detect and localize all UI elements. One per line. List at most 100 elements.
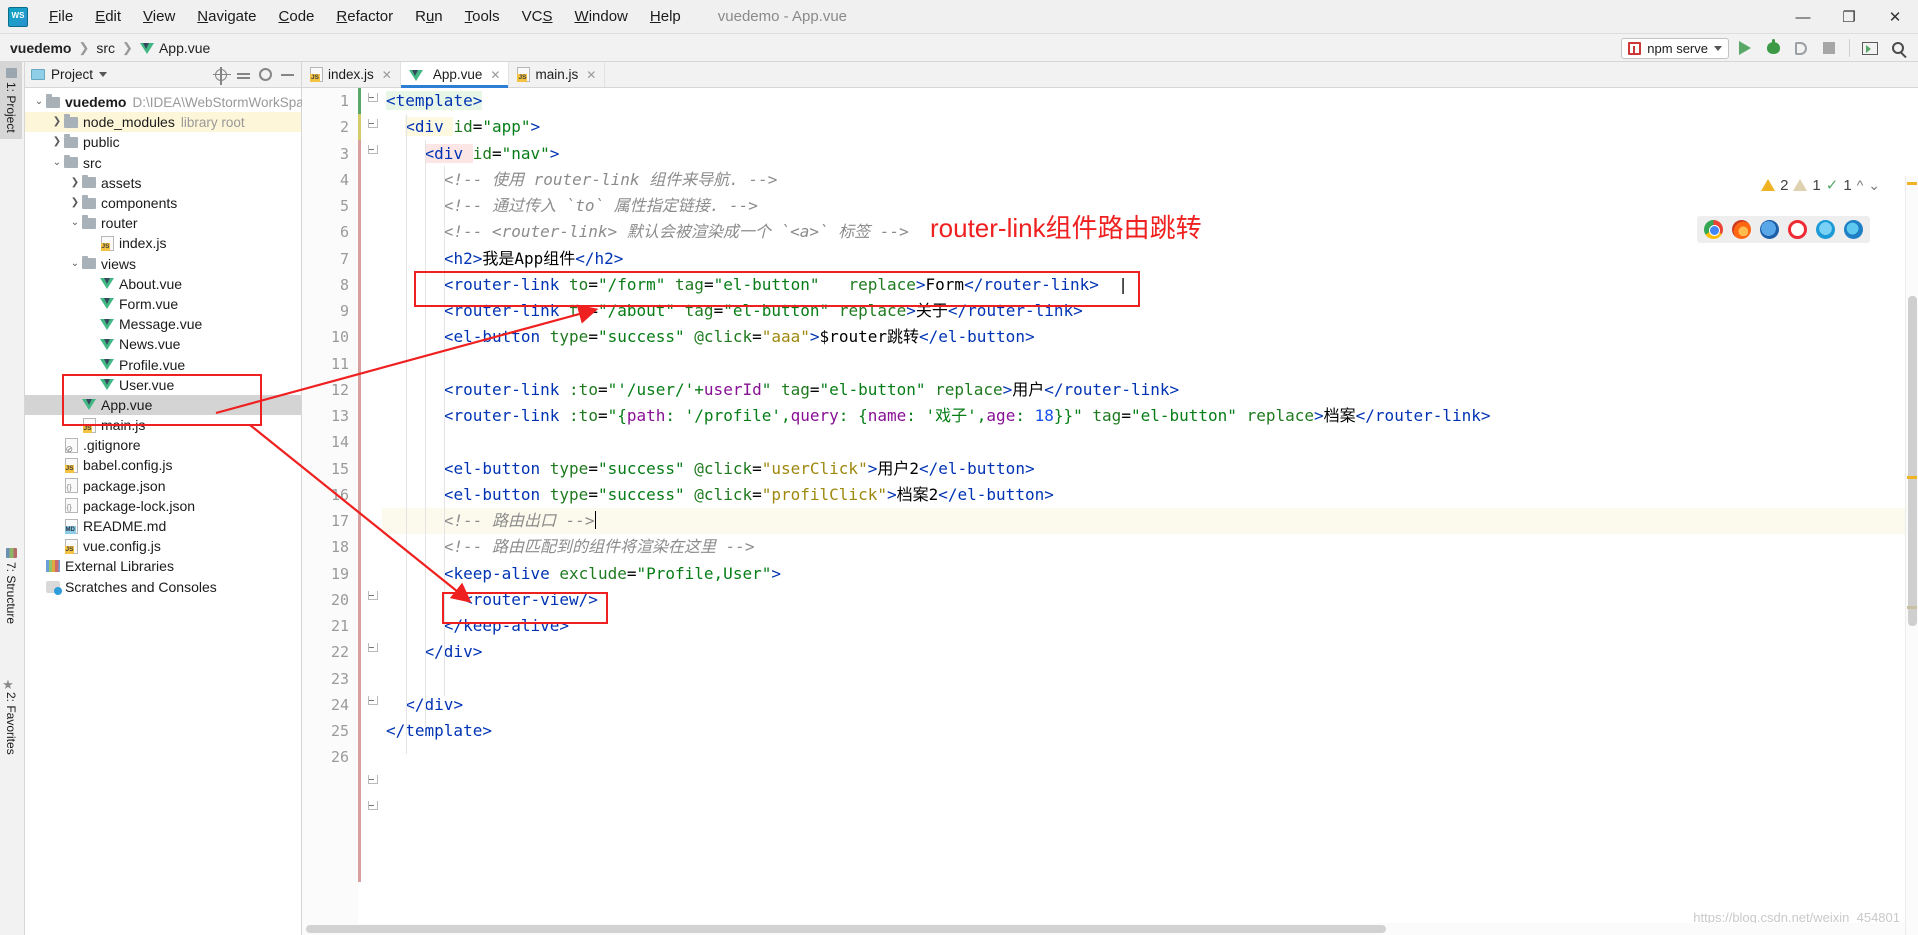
search-everywhere-button[interactable] [1886, 36, 1910, 60]
code-line[interactable]: <div id="nav"> [382, 141, 1918, 167]
line-number[interactable]: 13 [302, 403, 358, 429]
fold-toggle-icon[interactable] [367, 145, 378, 156]
line-number[interactable]: 15 [302, 456, 358, 482]
edge-dev-browser-icon[interactable] [1760, 220, 1779, 239]
chevron-right-icon[interactable]: ❯ [51, 112, 63, 132]
chevron-right-icon[interactable]: ❯ [51, 132, 63, 152]
code-line[interactable]: </template> [382, 718, 1918, 744]
line-number[interactable]: 1 [302, 88, 358, 114]
inspection-widget[interactable]: 2 1 ✓ 1 ^ ⌄ [1761, 176, 1880, 194]
fold-toggle-icon[interactable] [367, 775, 378, 786]
line-number[interactable]: 12 [302, 377, 358, 403]
line-number[interactable]: 23 [302, 666, 358, 692]
line-number[interactable]: 16 [302, 482, 358, 508]
project-tree[interactable]: ⌄ vuedemo D:\IDEA\WebStormWorkSpa ❯ node_mod… [25, 88, 304, 597]
code-line[interactable] [382, 351, 1918, 377]
line-number[interactable]: 18 [302, 534, 358, 560]
horizontal-scrollbar[interactable] [302, 923, 1905, 935]
line-number[interactable]: 10 [302, 324, 358, 350]
code-line[interactable]: <el-button type="success" @click="profil… [382, 482, 1918, 508]
menu-item-refactor[interactable]: Refactor [325, 4, 404, 29]
chrome-browser-icon[interactable] [1704, 220, 1723, 239]
terminal-button[interactable] [1858, 36, 1882, 60]
tree-item-user-vue[interactable]: User.vue [25, 375, 301, 395]
tree-item-views[interactable]: ⌄ views [25, 254, 301, 274]
fold-toggle-icon[interactable] [367, 801, 378, 812]
error-stripe-marker[interactable] [1907, 476, 1917, 479]
error-stripe-marker[interactable] [1907, 182, 1917, 185]
menu-item-file[interactable]: File [38, 4, 84, 29]
tree-item-external-libraries[interactable]: External Libraries [25, 556, 301, 576]
stop-button[interactable] [1817, 36, 1841, 60]
line-number[interactable]: 4 [302, 167, 358, 193]
code-line[interactable]: <!-- 使用 router-link 组件来导航. --> [382, 167, 1918, 193]
close-icon[interactable]: ✕ [490, 68, 500, 82]
code-line[interactable] [382, 744, 1918, 770]
breadcrumb-src[interactable]: src [96, 40, 115, 56]
menu-item-run[interactable]: Run [404, 4, 454, 29]
menu-item-edit[interactable]: Edit [84, 4, 132, 29]
line-number[interactable]: 7 [302, 246, 358, 272]
code-line[interactable]: <h2>我是App组件</h2> [382, 246, 1918, 272]
chevron-down-icon[interactable]: ⌄ [69, 213, 81, 233]
close-button[interactable]: ✕ [1872, 0, 1918, 34]
line-number[interactable]: 21 [302, 613, 358, 639]
fold-toggle-icon[interactable] [367, 93, 378, 104]
tab-index-js[interactable]: index.js ✕ [302, 62, 401, 87]
code-line[interactable]: <!-- 路由出口 --> [382, 508, 1918, 535]
line-number[interactable]: 26 [302, 744, 358, 770]
tree-item-public[interactable]: ❯ public [25, 132, 301, 152]
horizontal-scrollbar-thumb[interactable] [306, 925, 1386, 933]
close-icon[interactable]: ✕ [382, 68, 392, 82]
menu-item-vcs[interactable]: VCS [511, 4, 564, 29]
line-number[interactable]: 11 [302, 351, 358, 377]
menu-item-navigate[interactable]: Navigate [186, 4, 267, 29]
minimize-button[interactable]: — [1780, 0, 1826, 34]
ie-browser-icon[interactable] [1816, 220, 1835, 239]
tree-item-readme-md[interactable]: README.md [25, 516, 301, 536]
tree-item-news-vue[interactable]: News.vue [25, 334, 301, 354]
chevron-down-icon[interactable] [99, 72, 108, 77]
code-line[interactable]: </keep-alive> [382, 613, 1918, 639]
menu-item-code[interactable]: Code [268, 4, 326, 29]
close-icon[interactable]: ✕ [586, 68, 596, 82]
tree-item-package-json[interactable]: package.json [25, 476, 301, 496]
code-line[interactable] [382, 666, 1918, 692]
code-line[interactable]: </div> [382, 639, 1918, 665]
next-problem-button[interactable]: ⌄ [1868, 177, 1880, 194]
tab-main-js[interactable]: main.js ✕ [509, 62, 606, 87]
browser-popup[interactable] [1697, 216, 1870, 243]
previous-problem-button[interactable]: ^ [1857, 177, 1864, 193]
line-number[interactable]: 9 [302, 298, 358, 324]
chevron-right-icon[interactable]: ❯ [69, 193, 81, 213]
tree-item-about-vue[interactable]: About.vue [25, 274, 301, 294]
code-line[interactable] [382, 429, 1918, 455]
line-number[interactable]: 6 [302, 219, 358, 245]
fold-toggle-icon[interactable] [367, 643, 378, 654]
code-line[interactable]: <el-button type="success" @click="aaa">$… [382, 324, 1918, 350]
tree-item-gitignore[interactable]: .gitignore [25, 435, 301, 455]
collapse-all-button[interactable] [235, 67, 251, 83]
error-stripe-marker[interactable] [1907, 606, 1917, 609]
menu-item-help[interactable]: Help [639, 4, 692, 29]
fold-toggle-icon[interactable] [367, 119, 378, 130]
menu-item-window[interactable]: Window [564, 4, 639, 29]
chevron-right-icon[interactable]: ❯ [69, 173, 81, 193]
tree-item-node-modules[interactable]: ❯ node_modules library root [25, 112, 301, 133]
tree-item-app-vue[interactable]: App.vue [25, 394, 301, 415]
code-folding-column[interactable] [364, 88, 395, 935]
code-line[interactable]: </div> [382, 692, 1918, 718]
tree-item-index-js[interactable]: index.js [25, 233, 301, 253]
code-line[interactable]: <router-link :to="{path: '/profile',quer… [382, 403, 1918, 429]
sidebar-item-project[interactable]: 1: Project [0, 62, 22, 139]
code-line[interactable]: <router-view/> [382, 587, 1918, 613]
editor-scrollbar[interactable] [1905, 176, 1918, 935]
code-line[interactable]: <keep-alive exclude="Profile,User"> [382, 561, 1918, 587]
line-number[interactable]: 3 [302, 141, 358, 167]
debug-button[interactable] [1761, 36, 1785, 60]
hide-panel-button[interactable] [279, 67, 295, 83]
tree-item-assets[interactable]: ❯ assets [25, 173, 301, 193]
maximize-button[interactable]: ❐ [1826, 0, 1872, 34]
code-line[interactable]: <router-link to="/about" tag="el-button"… [382, 298, 1918, 324]
run-button[interactable] [1733, 36, 1757, 60]
